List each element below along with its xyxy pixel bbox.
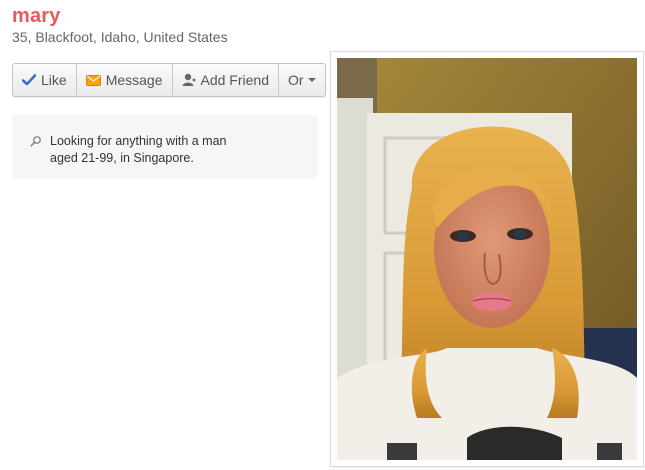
profile-name: mary xyxy=(12,5,61,27)
like-button[interactable]: Like xyxy=(13,64,77,96)
like-label: Like xyxy=(41,72,67,88)
profile-location: 35, Blackfoot, Idaho, United States xyxy=(12,29,228,45)
search-icon xyxy=(30,134,42,179)
check-icon xyxy=(22,74,36,86)
looking-for-box: Looking for anything with a man aged 21-… xyxy=(12,115,318,179)
or-label: Or xyxy=(287,72,304,88)
person-plus-icon xyxy=(182,73,196,87)
more-options-button[interactable]: Or xyxy=(279,64,325,96)
envelope-icon xyxy=(85,74,101,86)
action-button-group: Like Message Add Friend Or xyxy=(12,63,326,97)
profile-photo xyxy=(337,58,637,460)
message-label: Message xyxy=(105,72,163,88)
add-friend-button[interactable]: Add Friend xyxy=(173,64,279,96)
message-button[interactable]: Message xyxy=(77,64,173,96)
looking-for-text: Looking for anything with a man aged 21-… xyxy=(50,134,227,165)
add-friend-label: Add Friend xyxy=(200,72,269,88)
caret-down-icon xyxy=(307,78,316,82)
profile-photo-frame[interactable] xyxy=(330,51,644,467)
